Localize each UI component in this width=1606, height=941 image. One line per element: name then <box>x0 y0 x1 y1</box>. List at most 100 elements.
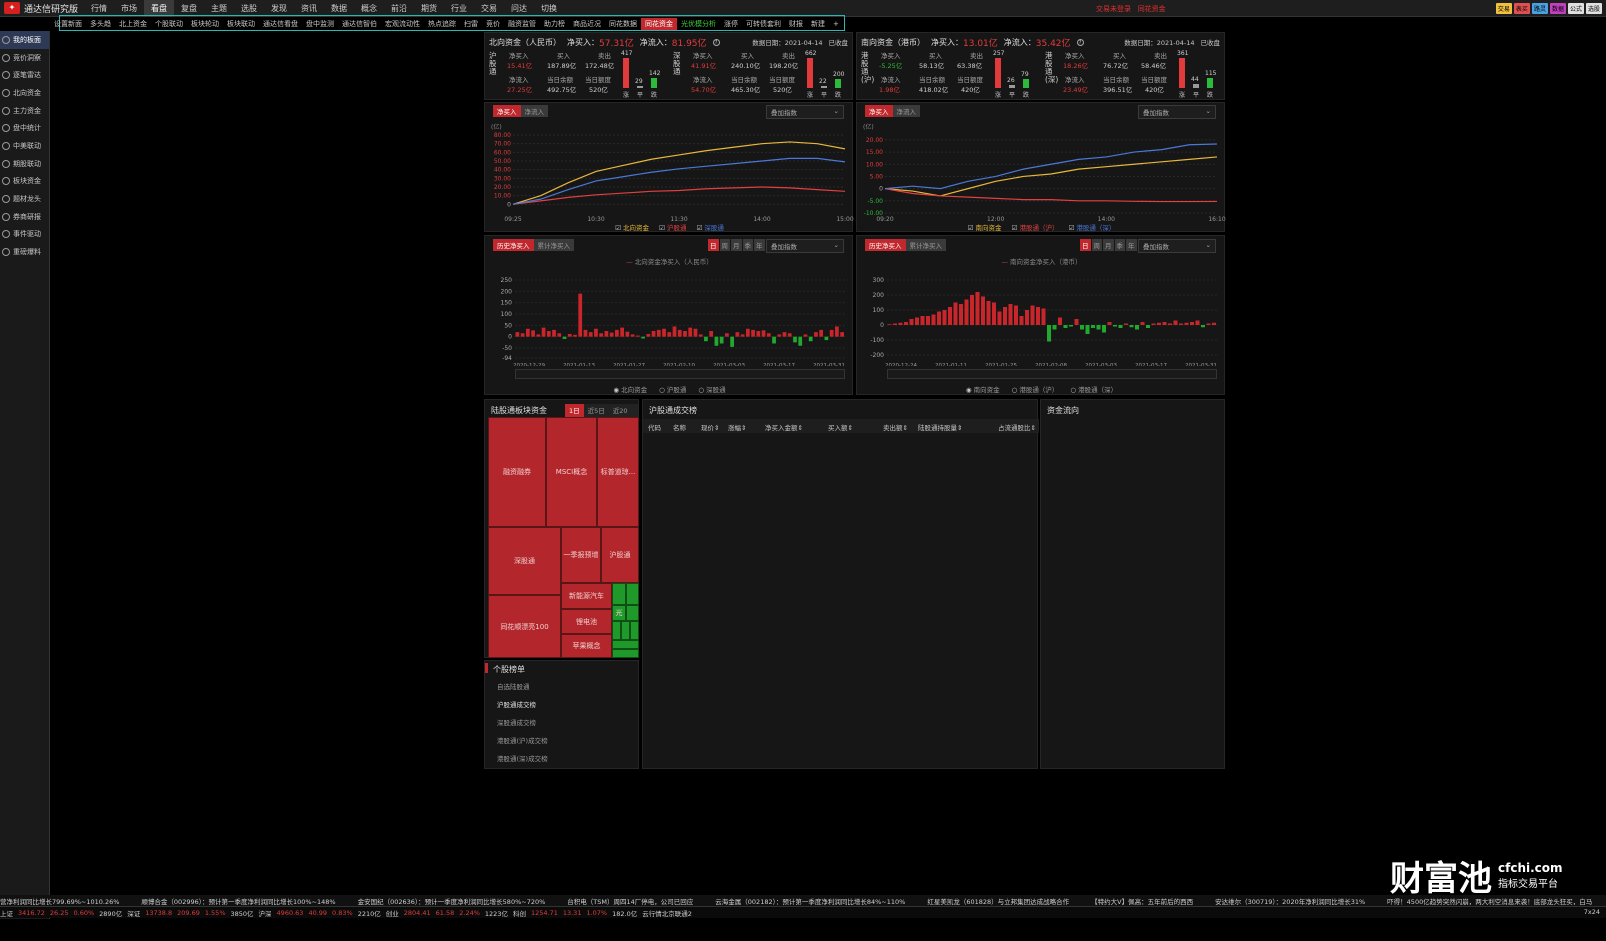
treemap-cell[interactable]: 深股通 <box>488 527 561 595</box>
subtab[interactable]: 宏观流动性 <box>381 18 424 30</box>
treemap-cell[interactable] <box>612 621 621 640</box>
column-header[interactable]: 陆股通持股量⇕ <box>918 422 962 432</box>
column-header[interactable]: 买入额⇕ <box>828 422 853 432</box>
period-tab[interactable]: 年 <box>754 239 765 251</box>
column-header[interactable]: 代码 <box>648 422 661 432</box>
stock-list-item[interactable]: 港股通(深)成交榜 <box>497 753 548 771</box>
treemap-cell[interactable] <box>621 621 630 640</box>
period-tab[interactable]: 日 <box>708 239 719 251</box>
subtab[interactable]: 商品近况 <box>569 18 605 30</box>
top-button[interactable]: 选股 <box>1585 3 1602 14</box>
column-header[interactable]: 卖出额⇕ <box>883 422 908 432</box>
legend-item[interactable]: ☑ 北向资金 <box>615 222 649 232</box>
top-button[interactable]: 数据 <box>1549 3 1566 14</box>
top-button[interactable]: 路灵 <box>1531 3 1548 14</box>
sidebar-item[interactable]: 期股联动 <box>0 155 49 173</box>
top-button[interactable]: 公式 <box>1567 3 1584 14</box>
subtab[interactable]: 融资监管 <box>504 18 540 30</box>
tab-history-net-buy[interactable]: 历史净买入 <box>865 239 906 251</box>
period-tab[interactable]: 年 <box>1126 239 1137 251</box>
subtab[interactable]: 同花资金 <box>641 17 677 30</box>
sidebar-item[interactable]: 我的板面 <box>0 31 49 49</box>
history-scrollbar[interactable] <box>515 369 845 379</box>
subtab[interactable]: 通达信智伯 <box>338 18 381 30</box>
treemap-cell[interactable]: MSCI概念 <box>546 417 597 527</box>
treemap-cell[interactable]: 融资融券 <box>488 417 546 527</box>
period-tab[interactable]: 周 <box>719 239 730 251</box>
legend-item[interactable]: ☑ 港股通（深） <box>1068 222 1115 232</box>
subtab[interactable]: 助力榜 <box>540 18 569 30</box>
ticker-item[interactable]: 【特约大V】佩高：五年前后的西西 <box>1091 896 1193 906</box>
help-icon[interactable]: ? <box>712 39 720 46</box>
treemap-cell[interactable]: 苹果概念 <box>561 634 612 658</box>
period-tab[interactable]: 月 <box>731 239 742 251</box>
sidebar-item[interactable]: 盘中统计 <box>0 119 49 137</box>
treemap-cell[interactable] <box>626 605 639 621</box>
stock-list-item[interactable]: 沪股通成交榜 <box>497 699 548 717</box>
subtab[interactable]: 涨停 <box>720 18 742 30</box>
history-scrollbar[interactable] <box>887 369 1217 379</box>
add-tab-icon[interactable]: + <box>829 18 843 30</box>
treemap-cell[interactable]: 标普道琼... <box>597 417 639 527</box>
subtab[interactable]: 板块轮动 <box>187 18 223 30</box>
ticker-item[interactable]: 顺博合金（002996）：预计第一季度净利润同比增长100%~148% <box>141 896 335 906</box>
funds-link[interactable]: 同花资金 <box>1138 5 1166 13</box>
help-icon[interactable]: ? <box>1076 39 1084 46</box>
stock-list-item[interactable]: 港股通(沪)成交榜 <box>497 735 548 753</box>
sidebar-item[interactable]: 券商研报 <box>0 208 49 226</box>
tab-net-buy[interactable]: 净买入 <box>865 105 893 117</box>
sidebar-item[interactable]: 板块资金 <box>0 173 49 191</box>
period-tab[interactable]: 季 <box>1114 239 1125 251</box>
column-header[interactable]: 现价⇕ <box>701 422 719 432</box>
sidebar-item[interactable]: 题材龙头 <box>0 190 49 208</box>
overlay-index-dropdown[interactable]: 叠加指数 ⌄ <box>766 239 844 253</box>
tab-net-in[interactable]: 净流入 <box>892 105 920 117</box>
subtab[interactable]: 通达信看盘 <box>259 18 302 30</box>
treemap-cell[interactable] <box>612 640 639 649</box>
tab-history-net-buy[interactable]: 历史净买入 <box>493 239 534 251</box>
stock-list-item[interactable]: 自选陆股通 <box>497 681 548 699</box>
tab-cumulative-net-buy[interactable]: 累计净买入 <box>533 239 574 251</box>
tab-cumulative-net-buy[interactable]: 累计净买入 <box>905 239 946 251</box>
treemap-cell[interactable]: 同花顺漂亮100 <box>488 595 561 658</box>
subtab[interactable]: 财报 <box>785 18 807 30</box>
column-header[interactable]: 涨幅⇕ <box>728 422 746 432</box>
legend-item[interactable]: ☑ 沪股通 <box>659 222 686 232</box>
subtab[interactable]: 光优模分析 <box>677 18 720 30</box>
legend-radio[interactable]: ○ 沪股通 <box>659 384 686 394</box>
sidebar-item[interactable]: 事件驱动 <box>0 226 49 244</box>
legend-radio[interactable]: ○ 深股通 <box>698 384 725 394</box>
stock-list-item[interactable]: 深股通成交榜 <box>497 717 548 735</box>
subtab[interactable]: 新建 <box>807 18 829 30</box>
treemap-cell[interactable]: 一季报预增 <box>561 527 601 583</box>
treemap-cell[interactable]: 光 <box>612 605 626 621</box>
subtab[interactable]: 北上资金 <box>115 18 151 30</box>
subtab[interactable]: 可转债套利 <box>742 18 785 30</box>
sidebar-item[interactable]: 北向资金 <box>0 84 49 102</box>
sidebar-item[interactable]: 逐笔雷达 <box>0 66 49 84</box>
column-header[interactable]: 占流通股比⇕ <box>998 422 1036 432</box>
legend-item[interactable]: ☑ 南向资金 <box>968 222 1002 232</box>
ticker-item[interactable]: 红星美凯龙（601828）与立邦集团达成战略合作 <box>927 896 1069 906</box>
subtab[interactable]: 扫雷 <box>460 18 482 30</box>
column-header[interactable]: 名称 <box>673 422 686 432</box>
ticker-item[interactable]: 云海金属（002182）：预计第一季度净利润同比增长84%~110% <box>715 896 905 906</box>
subtab[interactable]: 设置新面 <box>50 18 86 30</box>
ticker-item[interactable]: 金安国纪（002636）：预计一季度净利润同比增长580%~720% <box>358 896 546 906</box>
legend-item[interactable]: ☑ 港股通（沪） <box>1012 222 1059 232</box>
legend-radio[interactable]: ◉ 北向资金 <box>613 384 647 394</box>
legend-radio[interactable]: ◉ 南向资金 <box>966 384 1000 394</box>
sidebar-item[interactable]: 竞价洞察 <box>0 49 49 67</box>
subtab[interactable]: 个股联动 <box>151 18 187 30</box>
legend-item[interactable]: ☑ 深股通 <box>696 222 723 232</box>
sidebar-item[interactable]: 中美联动 <box>0 137 49 155</box>
subtab[interactable]: 板块联动 <box>223 18 259 30</box>
login-status[interactable]: 交易未登录 <box>1096 5 1131 13</box>
overlay-index-dropdown[interactable]: 叠加指数 ⌄ <box>1138 239 1216 253</box>
treemap-cell[interactable] <box>626 583 639 605</box>
treemap-cell[interactable] <box>630 621 639 640</box>
treemap-cell[interactable] <box>612 583 626 605</box>
sidebar-item[interactable]: 重磅爆料 <box>0 243 49 261</box>
subtab[interactable]: 盘中监测 <box>302 18 338 30</box>
ticker-item[interactable]: 台积电（TSM）周四14厂停电，公司已回应 <box>567 896 693 906</box>
